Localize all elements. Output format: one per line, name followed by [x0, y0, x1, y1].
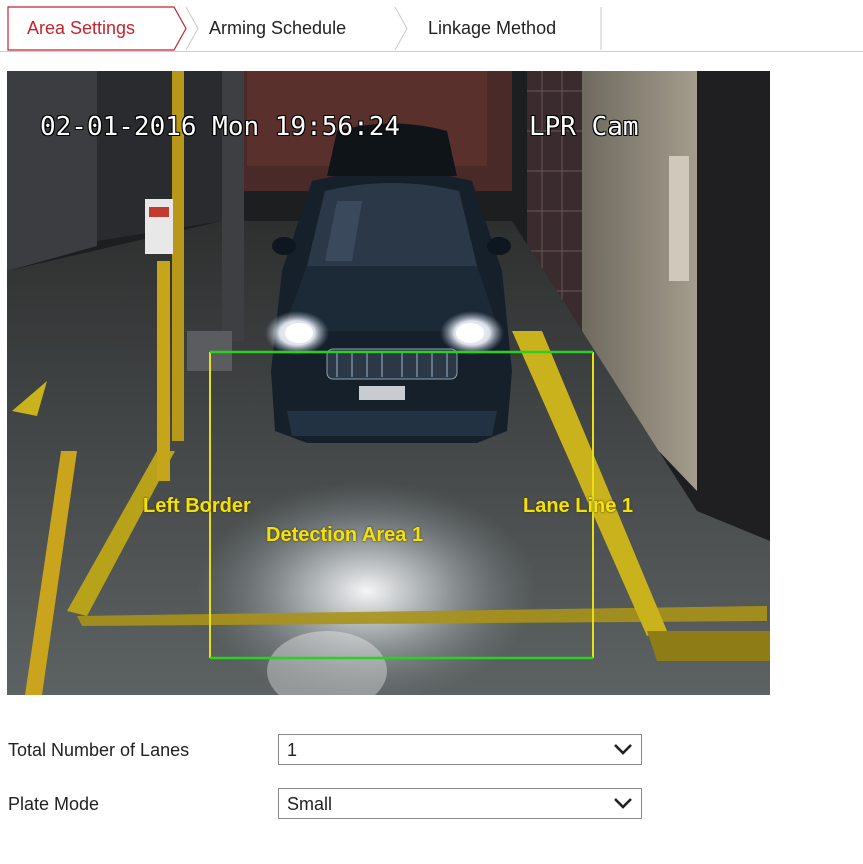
chevron-down-icon	[614, 798, 632, 809]
tab-arming-schedule[interactable]: Arming Schedule	[209, 18, 346, 39]
tab-separator	[185, 6, 199, 51]
live-video-preview[interactable]: 02-01-2016 Mon 19:56:24 LPR Cam Left Bor…	[7, 71, 770, 695]
osd-datetime: 02-01-2016 Mon 19:56:24	[40, 112, 401, 142]
camera-scene	[7, 71, 770, 695]
chevron-down-icon	[614, 744, 632, 755]
tab-underline	[0, 51, 863, 52]
total-lanes-label: Total Number of Lanes	[8, 740, 190, 760]
total-lanes-value: 1	[287, 740, 298, 760]
total-lanes-select[interactable]: 1	[278, 734, 642, 765]
plate-mode-label: Plate Mode	[8, 794, 100, 814]
osd-camera-name: LPR Cam	[529, 112, 639, 142]
tab-bar: Area Settings Arming Schedule Linkage Me…	[0, 0, 863, 52]
plate-mode-value: Small	[287, 794, 333, 814]
tab-linkage-method[interactable]: Linkage Method	[428, 18, 556, 39]
tab-separator	[394, 6, 408, 51]
tab-area-settings[interactable]: Area Settings	[27, 18, 135, 39]
left-border-label: Left Border	[143, 495, 251, 517]
plate-mode-select[interactable]: Small	[278, 788, 642, 819]
detection-area-label: Detection Area 1	[266, 524, 424, 546]
lane-line-label: Lane Line 1	[523, 495, 634, 517]
